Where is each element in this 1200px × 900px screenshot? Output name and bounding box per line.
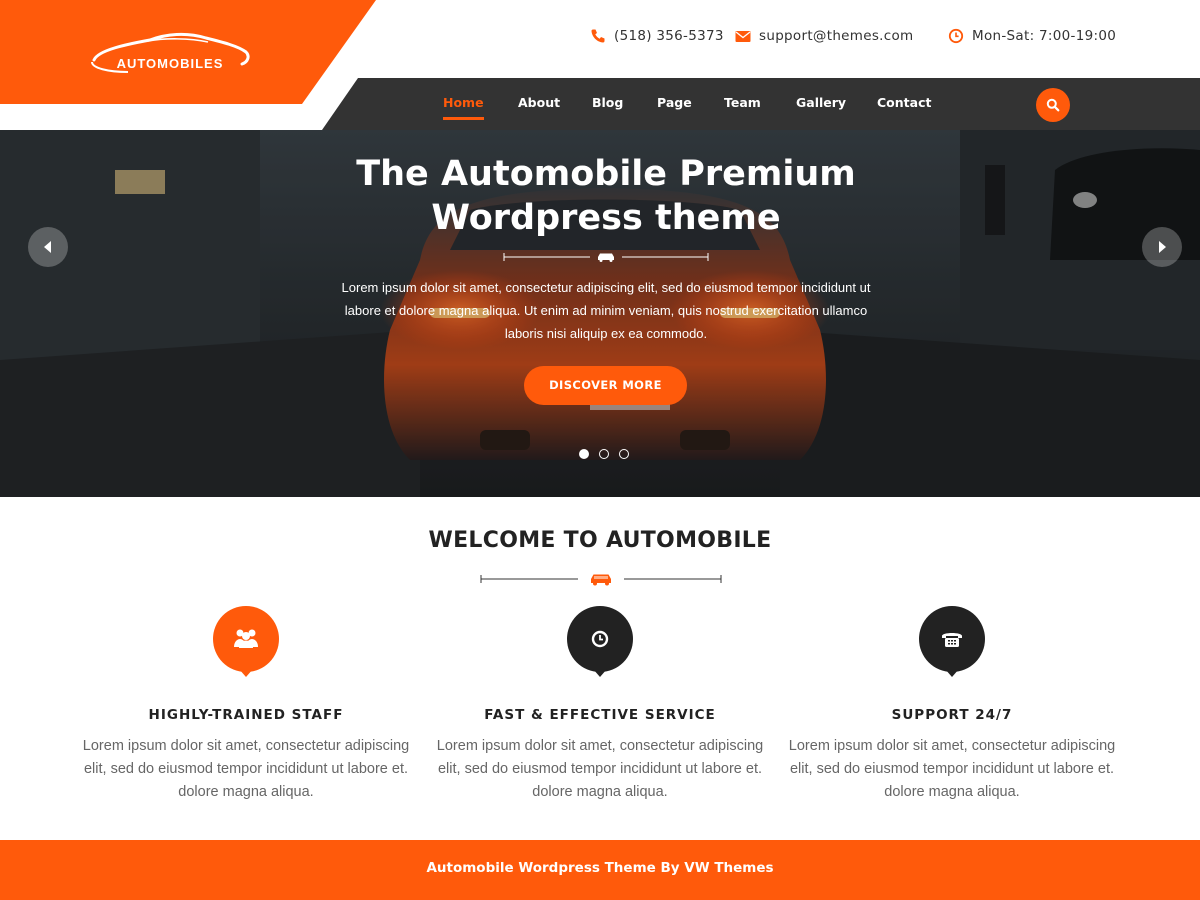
feature-description: Lorem ipsum dolor sit amet, consectetur … <box>82 738 410 800</box>
nav-item-contact[interactable]: Contact <box>877 95 931 110</box>
slider-dot-1[interactable] <box>579 449 589 459</box>
feature-fast-effective-service: FAST & EFFECTIVE SERVICE Lorem ipsum dol… <box>430 605 770 804</box>
hero-title-line-2: Wordpress theme <box>431 198 781 238</box>
slider-prev-button[interactable] <box>28 227 68 267</box>
feature-highly-trained-staff: HIGHLY-TRAINED STAFF Lorem ipsum dolor s… <box>76 605 416 804</box>
slider-pagination <box>579 449 629 459</box>
nav-item-about[interactable]: About <box>518 95 560 110</box>
nav-item-blog[interactable]: Blog <box>592 95 623 110</box>
caret-left-icon <box>44 241 51 253</box>
feature-title: FAST & EFFECTIVE SERVICE <box>484 707 716 723</box>
main-navigation: Home About Blog Page Team Gallery Contact <box>322 78 1200 130</box>
envelope-icon <box>735 31 751 42</box>
feature-icon-badge <box>566 605 634 679</box>
telephone-icon <box>942 633 962 647</box>
search-button[interactable] <box>1036 88 1070 122</box>
opening-hours: Mon-Sat: 7:00-19:00 <box>948 28 1116 44</box>
feature-icon-badge <box>212 605 280 679</box>
nav-item-page[interactable]: Page <box>657 95 692 110</box>
caret-right-icon <box>1159 241 1166 253</box>
feature-title: HIGHLY-TRAINED STAFF <box>148 707 344 723</box>
group-icon <box>234 629 258 648</box>
phone-number: (518) 356-5373 <box>614 28 724 44</box>
car-icon <box>598 253 614 262</box>
phone-contact[interactable]: (518) 356-5373 <box>590 28 724 44</box>
site-header: AUTOMOBILES (518) 356-5373 support@theme… <box>0 0 1200 130</box>
logo-text: AUTOMOBILES <box>116 56 224 71</box>
footer-credit[interactable]: Automobile Wordpress Theme By VW Themes <box>0 860 1200 876</box>
slider-next-button[interactable] <box>1142 227 1182 267</box>
email-contact[interactable]: support@themes.com <box>735 28 914 44</box>
clock-icon <box>591 630 609 648</box>
discover-more-button[interactable]: DISCOVER MORE <box>524 366 687 405</box>
nav-item-gallery[interactable]: Gallery <box>796 95 846 110</box>
car-icon <box>591 574 611 586</box>
slider-dot-3[interactable] <box>619 449 629 459</box>
feature-description: Lorem ipsum dolor sit amet, consectetur … <box>788 738 1116 800</box>
nav-item-home[interactable]: Home <box>443 95 484 120</box>
phone-icon <box>591 29 605 43</box>
email-address: support@themes.com <box>759 28 914 44</box>
search-icon <box>1046 98 1060 112</box>
site-footer: Automobile Wordpress Theme By VW Themes <box>0 840 1200 900</box>
feature-description: Lorem ipsum dolor sit amet, consectetur … <box>436 738 764 800</box>
clock-icon <box>948 28 964 44</box>
hero-title: The Automobile Premium Wordpress theme <box>300 152 912 240</box>
welcome-divider <box>480 574 722 586</box>
nav-item-team[interactable]: Team <box>724 95 761 110</box>
hours-text: Mon-Sat: 7:00-19:00 <box>972 28 1117 44</box>
hero-divider <box>503 253 709 262</box>
hero-slider: The Automobile Premium Wordpress theme L… <box>0 130 1200 497</box>
hero-title-line-1: The Automobile Premium <box>356 154 856 194</box>
feature-icon-badge <box>918 605 986 679</box>
feature-support-24-7: SUPPORT 24/7 Lorem ipsum dolor sit amet,… <box>782 605 1122 804</box>
slider-dot-2[interactable] <box>599 449 609 459</box>
feature-title: SUPPORT 24/7 <box>891 707 1013 723</box>
welcome-title: WELCOME TO AUTOMOBILE <box>428 528 772 553</box>
hero-description: Lorem ipsum dolor sit amet, consectetur … <box>341 280 871 341</box>
